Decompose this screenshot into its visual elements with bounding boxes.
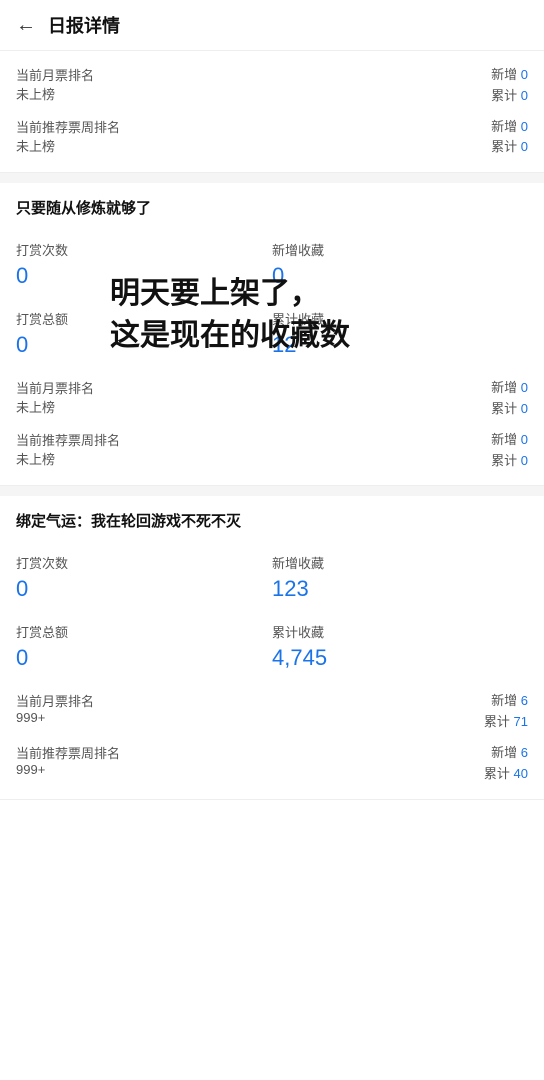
monthly-rank-values-1: 新增 0 累计 0: [491, 65, 528, 107]
book-1-monthly-sub: 未上榜: [16, 397, 94, 416]
book-1-weekly-label: 当前推荐票周排名: [16, 430, 120, 449]
monthly-rank-label-1: 当前月票排名: [16, 65, 94, 84]
weekly-rank-sub-1: 未上榜: [16, 136, 120, 155]
new-collect-cell-2: 新增收藏 123: [272, 543, 528, 612]
total-collect-label-2: 累计收藏: [272, 622, 528, 641]
reward-total-value-2: 0: [16, 645, 272, 671]
book-2-rank-rows: 当前月票排名 999+ 新增 6 累计 71 当前推荐票周排名 999+: [16, 691, 528, 784]
reward-total-label-1: 打赏总额: [16, 309, 272, 328]
new-collect-cell-1: 新增收藏 0: [272, 230, 528, 299]
reward-total-cell-2: 打赏总额 0: [16, 612, 272, 681]
reward-total-value-1: 0: [16, 332, 272, 358]
book-1-title: 只要随从修炼就够了: [16, 197, 528, 218]
book-2-monthly-values: 新增 6 累计 71: [484, 691, 528, 733]
book-2-monthly-sub: 999+: [16, 710, 94, 725]
book-1-monthly-rank: 当前月票排名 未上榜 新增 0 累计 0: [16, 378, 528, 420]
book-1-monthly-label: 当前月票排名: [16, 378, 94, 397]
total-collect-cell-1: 累计收藏 12: [272, 299, 528, 368]
new-collect-label-2: 新增收藏: [272, 553, 528, 572]
book-2-title: 绑定气运：我在轮回游戏不死不灭: [16, 510, 528, 531]
divider-2: [0, 486, 544, 496]
book-2-stats: 打赏次数 0 新增收藏 123 打赏总额 0 累计收藏 4,745: [16, 543, 528, 681]
book-2-weekly-values: 新增 6 累计 40: [484, 743, 528, 785]
new-collect-label-1: 新增收藏: [272, 240, 528, 259]
book-2-weekly-label: 当前推荐票周排名: [16, 743, 120, 762]
reward-count-cell-1: 打赏次数 0: [16, 230, 272, 299]
reward-count-cell-2: 打赏次数 0: [16, 543, 272, 612]
total-collect-value-2: 4,745: [272, 645, 528, 671]
book-2-weekly-new: 新增 6: [484, 743, 528, 764]
book-1-monthly-values: 新增 0 累计 0: [491, 378, 528, 420]
book-1-monthly-new: 新增 0: [491, 378, 528, 399]
book-1-rank-rows: 当前月票排名 未上榜 新增 0 累计 0 当前推荐票周排名 未上榜: [16, 378, 528, 471]
book-2-weekly-total: 累计 40: [484, 764, 528, 785]
new-collect-value-1: 0: [272, 263, 528, 289]
total-collect-value-1: 12: [272, 332, 528, 358]
total-collect-label-1: 累计收藏: [272, 309, 528, 328]
book-2-monthly-label: 当前月票排名: [16, 691, 94, 710]
monthly-rank-sub-1: 未上榜: [16, 84, 94, 103]
rank-row-weekly-1: 当前推荐票周排名 未上榜 新增 0 累计 0: [16, 117, 528, 159]
section-book-1: 只要随从修炼就够了 打赏次数 0 新增收藏 0 打赏总额 0 累计收藏 12 明…: [0, 183, 544, 486]
monthly-rank-total-1: 累计 0: [491, 86, 528, 107]
back-icon[interactable]: ←: [16, 14, 36, 37]
book-1-weekly-new: 新增 0: [491, 430, 528, 451]
book-1-weekly-values: 新增 0 累计 0: [491, 430, 528, 472]
book-2-monthly-rank: 当前月票排名 999+ 新增 6 累计 71: [16, 691, 528, 733]
weekly-rank-total-1: 累计 0: [491, 137, 528, 158]
book-2-weekly-sub: 999+: [16, 762, 120, 777]
reward-count-label-2: 打赏次数: [16, 553, 272, 572]
weekly-rank-new-1: 新增 0: [491, 117, 528, 138]
book-1-stats: 打赏次数 0 新增收藏 0 打赏总额 0 累计收藏 12: [16, 230, 528, 368]
section-top-ranks: 当前月票排名 未上榜 新增 0 累计 0 当前推荐票周排名 未上榜 新增 0: [0, 51, 544, 173]
reward-count-value-2: 0: [16, 576, 272, 602]
book-1-weekly-rank: 当前推荐票周排名 未上榜 新增 0 累计 0: [16, 430, 528, 472]
page-title: 日报详情: [48, 12, 120, 38]
rank-row-monthly-1: 当前月票排名 未上榜 新增 0 累计 0: [16, 65, 528, 107]
book-2-monthly-total: 累计 71: [484, 712, 528, 733]
divider-1: [0, 173, 544, 183]
book-1-weekly-total: 累计 0: [491, 451, 528, 472]
book-1-monthly-total: 累计 0: [491, 399, 528, 420]
monthly-rank-new-1: 新增 0: [491, 65, 528, 86]
reward-total-label-2: 打赏总额: [16, 622, 272, 641]
reward-count-value-1: 0: [16, 263, 272, 289]
book-1-weekly-sub: 未上榜: [16, 449, 120, 468]
section-book-2: 绑定气运：我在轮回游戏不死不灭 打赏次数 0 新增收藏 123 打赏总额 0 累…: [0, 496, 544, 799]
weekly-rank-label-1: 当前推荐票周排名: [16, 117, 120, 136]
book-2-weekly-rank: 当前推荐票周排名 999+ 新增 6 累计 40: [16, 743, 528, 785]
reward-count-label-1: 打赏次数: [16, 240, 272, 259]
total-collect-cell-2: 累计收藏 4,745: [272, 612, 528, 681]
reward-total-cell-1: 打赏总额 0: [16, 299, 272, 368]
new-collect-value-2: 123: [272, 576, 528, 602]
book-2-monthly-new: 新增 6: [484, 691, 528, 712]
header: ← 日报详情: [0, 0, 544, 51]
weekly-rank-values-1: 新增 0 累计 0: [491, 117, 528, 159]
